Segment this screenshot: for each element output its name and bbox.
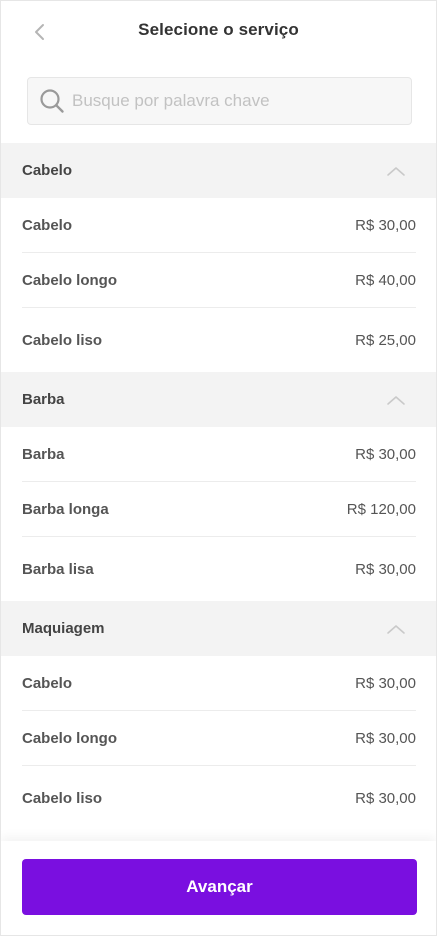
chevron-up-icon	[387, 624, 405, 634]
group-title: Barba	[22, 391, 65, 408]
service-price: R$ 30,00	[355, 445, 416, 463]
search-box[interactable]	[27, 77, 412, 125]
service-name: Cabelo longo	[22, 271, 117, 289]
chevron-up-icon	[387, 166, 405, 176]
service-price: R$ 30,00	[355, 216, 416, 234]
header: Selecione o serviço	[1, 1, 436, 63]
group-header[interactable]: Maquiagem	[1, 601, 436, 656]
service-name: Cabelo liso	[22, 789, 103, 807]
advance-button[interactable]: Avançar	[22, 859, 417, 915]
service-item[interactable]: Cabelo liso R$ 30,00	[22, 766, 416, 830]
service-item[interactable]: Barba lisa R$ 30,00	[22, 537, 416, 601]
service-price: R$ 30,00	[355, 729, 416, 747]
service-item[interactable]: Cabelo R$ 30,00	[22, 656, 416, 711]
service-price: R$ 30,00	[355, 789, 416, 807]
footer: Avançar	[1, 841, 436, 935]
service-name: Barba	[22, 445, 65, 463]
service-item[interactable]: Barba R$ 30,00	[22, 427, 416, 482]
service-price: R$ 25,00	[355, 331, 416, 349]
group-title: Cabelo	[22, 162, 73, 179]
service-name: Cabelo liso	[22, 331, 103, 349]
service-price: R$ 40,00	[355, 271, 416, 289]
search-icon	[38, 87, 66, 115]
service-list: Cabelo Cabelo R$ 30,00 Cabelo longo R$ 40,00…	[1, 143, 436, 830]
service-name: Barba longa	[22, 500, 109, 518]
service-name: Cabelo	[22, 216, 73, 234]
service-item[interactable]: Cabelo liso R$ 25,00	[22, 308, 416, 372]
service-item[interactable]: Cabelo R$ 30,00	[22, 198, 416, 253]
group-title: Maquiagem	[22, 620, 105, 637]
group-header[interactable]: Cabelo	[1, 143, 436, 198]
search-input[interactable]	[72, 91, 392, 111]
service-item[interactable]: Cabelo longo R$ 30,00	[22, 711, 416, 766]
service-item[interactable]: Cabelo longo R$ 40,00	[22, 253, 416, 308]
service-item[interactable]: Barba longa R$ 120,00	[22, 482, 416, 537]
service-price: R$ 30,00	[355, 674, 416, 692]
service-name: Barba lisa	[22, 560, 94, 578]
page-title: Selecione o serviço	[138, 20, 299, 39]
chevron-up-icon	[387, 395, 405, 405]
service-price: R$ 120,00	[346, 500, 416, 518]
service-name: Cabelo	[22, 674, 73, 692]
group-header[interactable]: Barba	[1, 372, 436, 427]
service-price: R$ 30,00	[355, 560, 416, 578]
service-name: Cabelo longo	[22, 729, 117, 747]
service-selection-screen: Selecione o serviço Cabelo Cabelo R$ 30,00…	[0, 0, 437, 936]
